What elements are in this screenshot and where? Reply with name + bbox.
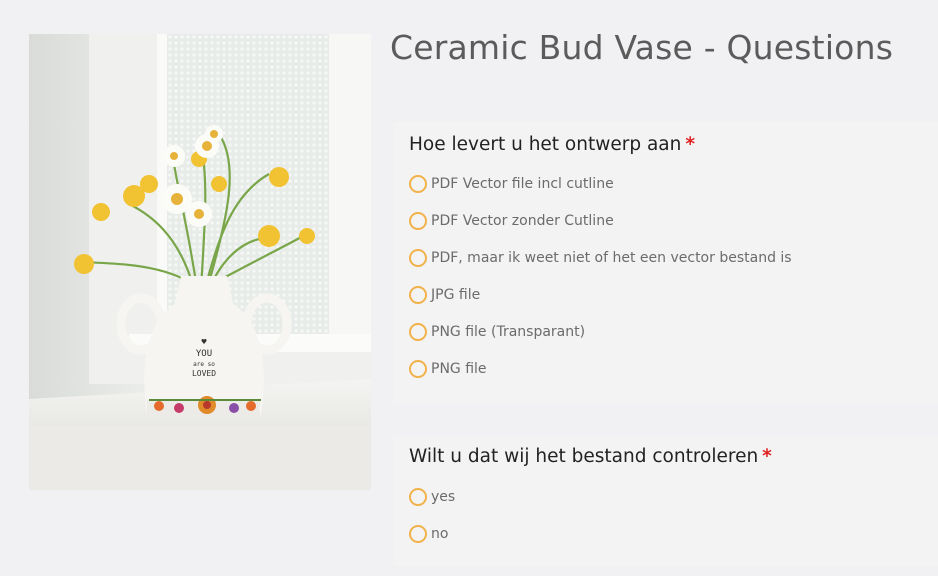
question-label: Wilt u dat wij het bestand controleren * <box>409 446 772 467</box>
question-block-check-file: Wilt u dat wij het bestand controleren * … <box>393 436 938 566</box>
radio-option-pdf-vector-no-cutline[interactable]: PDF Vector zonder Cutline <box>409 210 614 232</box>
radio-button[interactable] <box>409 249 427 267</box>
radio-option-label: JPG file <box>431 287 481 303</box>
vase-text-line2: are so <box>193 361 215 368</box>
radio-button[interactable] <box>409 488 427 506</box>
radio-option-label: PNG file <box>431 361 487 377</box>
radio-option-png[interactable]: PNG file <box>409 358 487 380</box>
radio-option-png-transparent[interactable]: PNG file (Transparant) <box>409 321 585 343</box>
svg-text:♥: ♥ <box>201 338 207 346</box>
radio-button[interactable] <box>409 360 427 378</box>
radio-option-no[interactable]: no <box>409 523 448 545</box>
required-marker: * <box>685 134 696 155</box>
radio-option-label: PNG file (Transparant) <box>431 324 586 340</box>
question-block-delivery: Hoe levert u het ontwerp aan * PDF Vector… <box>393 122 938 404</box>
radio-button[interactable] <box>409 525 427 543</box>
required-marker: * <box>762 446 772 467</box>
page-title: Ceramic Bud Vase - Questions <box>390 28 894 67</box>
radio-button[interactable] <box>409 212 427 230</box>
radio-option-pdf-unknown[interactable]: PDF, maar ik weet niet of het een vector… <box>409 247 792 269</box>
radio-option-yes[interactable]: yes <box>409 486 455 508</box>
radio-option-label: PDF Vector zonder Cutline <box>431 213 614 229</box>
question-label-text: Hoe levert u het ontwerp aan <box>409 134 682 155</box>
question-label-text: Wilt u dat wij het bestand controleren <box>409 446 759 467</box>
radio-button[interactable] <box>409 286 427 304</box>
radio-option-jpg[interactable]: JPG file <box>409 284 480 306</box>
radio-option-label: PDF Vector file incl cutline <box>431 176 614 192</box>
radio-option-label: PDF, maar ik weet niet of het een vector… <box>431 250 792 266</box>
radio-button[interactable] <box>409 175 427 193</box>
vase-text-line1: YOU <box>196 349 212 359</box>
product-photo: YOU are so LOVED ♥ <box>29 34 371 490</box>
radio-option-label: no <box>431 526 449 542</box>
question-label: Hoe levert u het ontwerp aan * <box>409 134 695 155</box>
radio-option-pdf-vector-cutline[interactable]: PDF Vector file incl cutline <box>409 173 614 195</box>
radio-button[interactable] <box>409 323 427 341</box>
vase-illustration: YOU are so LOVED ♥ <box>29 34 371 490</box>
radio-option-label: yes <box>431 489 456 505</box>
vase-text-line3: LOVED <box>192 369 216 378</box>
